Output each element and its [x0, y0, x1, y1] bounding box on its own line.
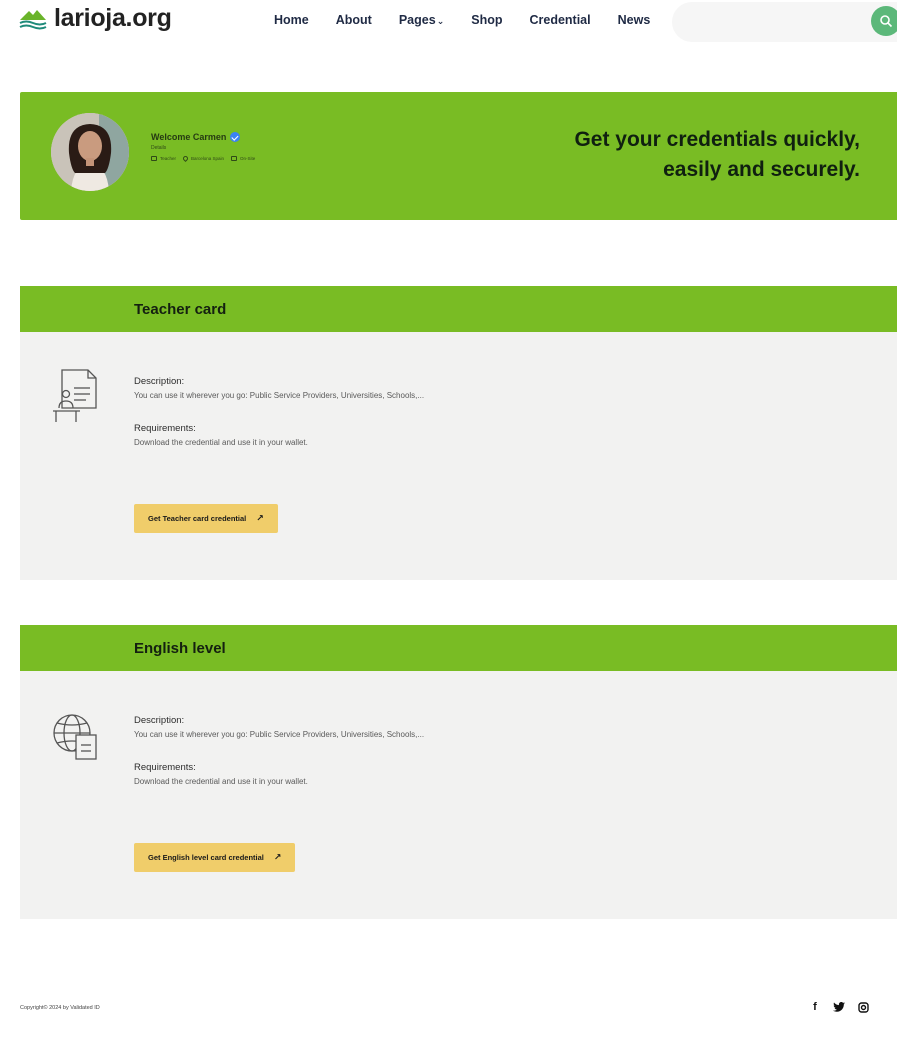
chevron-down-icon: ⌄	[436, 16, 445, 26]
welcome-banner: Welcome Carmen Details Teacher Barcelona…	[20, 92, 897, 220]
copyright: Copyright© 2024 by Validated ID	[20, 1005, 100, 1011]
requirements-label: Requirements:	[134, 423, 196, 434]
meta-work-mode: On-Site	[231, 156, 255, 161]
profile-meta: Teacher Barcelona Spain On-Site	[151, 154, 262, 163]
card-title: Teacher card	[134, 301, 227, 318]
button-label: Get Teacher card credential	[148, 514, 247, 523]
logo-text: larioja.org	[54, 4, 172, 32]
banner-tagline: Get your credentials quickly, easily and…	[574, 125, 860, 185]
nav-news[interactable]: News	[618, 13, 651, 27]
briefcase-icon	[151, 156, 157, 161]
search-button[interactable]	[871, 6, 897, 36]
details-link[interactable]: Details	[151, 145, 262, 151]
globe-document-icon	[53, 714, 97, 760]
requirements-label: Requirements:	[134, 762, 196, 773]
arrow-up-right-icon: ↗	[256, 513, 264, 523]
welcome-block: Welcome Carmen Details Teacher Barcelona…	[151, 132, 262, 163]
card-body: Description: You can use it wherever you…	[20, 671, 897, 919]
get-english-level-button[interactable]: Get English level card credential ↗	[134, 843, 296, 872]
button-label: Get English level card credential	[148, 853, 264, 862]
tagline-line-2: easily and securely.	[663, 158, 860, 181]
credential-card-english: English level Description: You can use i…	[20, 625, 897, 919]
facebook-icon[interactable]: f	[808, 1000, 822, 1014]
nav-credential[interactable]: Credential	[529, 13, 590, 27]
meta-role: Teacher	[151, 156, 176, 161]
welcome-row: Welcome Carmen	[151, 132, 262, 142]
tagline-line-1: Get your credentials quickly,	[574, 128, 860, 151]
card-header: English level	[20, 625, 897, 671]
search-input[interactable]	[672, 2, 897, 42]
meta-location: Barcelona Spain	[181, 154, 225, 163]
nav-shop[interactable]: Shop	[471, 13, 502, 27]
card-text: Description: You can use it wherever you…	[134, 715, 424, 809]
card-title: English level	[134, 640, 226, 657]
arrow-up-right-icon: ↗	[273, 852, 282, 862]
requirements-text: Download the credential and use it in yo…	[134, 777, 308, 786]
search-icon	[880, 15, 893, 28]
description-text: You can use it wherever you go: Public S…	[134, 391, 425, 400]
description-label: Description:	[134, 376, 185, 387]
logo[interactable]: larioja.org	[18, 4, 172, 33]
instagram-icon[interactable]	[856, 1000, 870, 1014]
verified-icon	[230, 132, 241, 142]
card-body: Description: You can use it wherever you…	[20, 332, 897, 580]
logo-mountain-icon	[19, 9, 47, 29]
card-text: Description: You can use it wherever you…	[134, 376, 424, 470]
description-text: You can use it wherever you go: Public S…	[134, 730, 425, 739]
twitter-icon[interactable]	[832, 1000, 846, 1014]
meta-location-label: Barcelona Spain	[191, 156, 225, 161]
nav-home[interactable]: Home	[274, 13, 309, 27]
bag-icon	[231, 156, 238, 161]
meta-role-label: Teacher	[160, 156, 177, 161]
card-header: Teacher card	[20, 286, 897, 332]
location-pin-icon	[181, 154, 190, 163]
nav-pages-label: Pages	[398, 13, 436, 27]
get-teacher-card-button[interactable]: Get Teacher card credential ↗	[134, 504, 278, 533]
nav-about[interactable]: About	[336, 13, 372, 27]
requirements-text: Download the credential and use it in yo…	[134, 438, 308, 447]
description-label: Description:	[134, 715, 185, 726]
credential-card-teacher: Teacher card Description: You can use it…	[20, 286, 897, 580]
avatar	[51, 113, 129, 191]
teacher-board-icon	[53, 369, 97, 422]
welcome-name: Welcome Carmen	[151, 132, 227, 142]
social-links: f	[808, 1000, 880, 1014]
site-header: larioja.org Home About Pages⌄ Shop Crede…	[0, 0, 897, 44]
nav-pages[interactable]: Pages⌄	[399, 13, 444, 27]
meta-work-mode-label: On-Site	[240, 156, 256, 161]
main-nav: Home About Pages⌄ Shop Credential News	[274, 13, 677, 27]
